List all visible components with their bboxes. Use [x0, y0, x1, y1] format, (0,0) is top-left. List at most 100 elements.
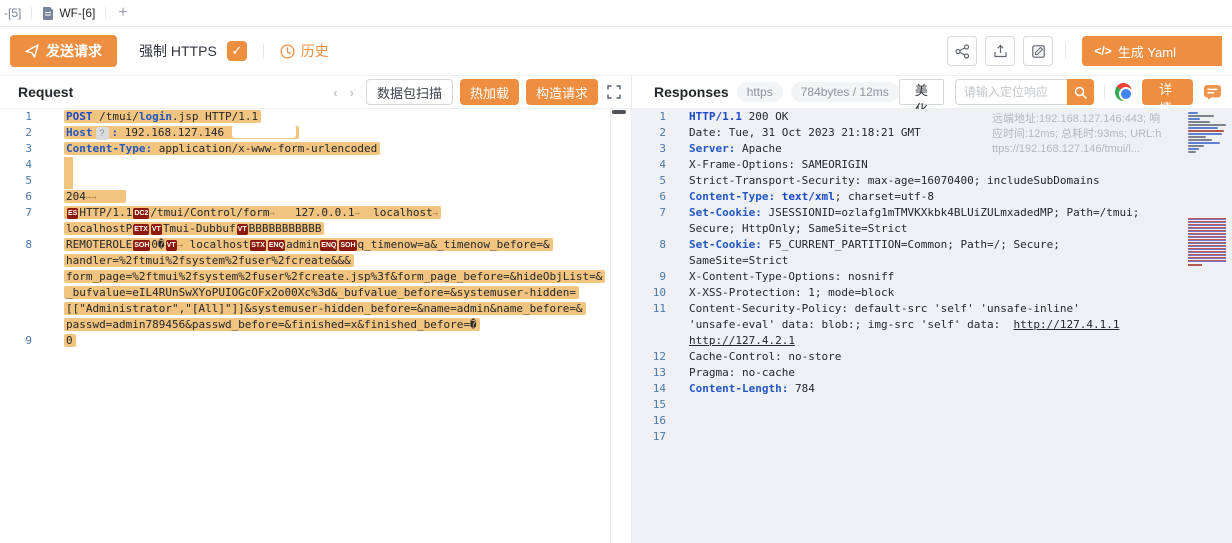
- export-button[interactable]: [985, 36, 1015, 66]
- control-char-badge: VT: [166, 240, 177, 251]
- code-line[interactable]: 1POST /tmui/login.jsp HTTP/1.1: [0, 109, 631, 125]
- edit-button[interactable]: [1023, 36, 1053, 66]
- header-divider: [1104, 84, 1105, 100]
- control-char-badge: SOH: [339, 240, 356, 251]
- code-line[interactable]: [["Administrator","[All]"]]&systemuser-h…: [0, 301, 631, 317]
- code-line[interactable]: 8Set-Cookie: F5_CURRENT_PARTITION=Common…: [632, 237, 1232, 253]
- clock-icon: [280, 44, 295, 59]
- code-line[interactable]: 10X-XSS-Protection: 1; mode=block: [632, 285, 1232, 301]
- selection-highlight: POST /tmui/login.jsp HTTP/1.1: [66, 110, 258, 123]
- selection-highlight: REMOTEROLESOH0�VT→ localhostSTXENQadminE…: [66, 238, 550, 251]
- line-number: 3: [0, 141, 40, 157]
- line-number: [0, 221, 40, 237]
- code-line[interactable]: localhostPETXVTTmui-DubbufVTBBBBBBBBBBB: [0, 221, 631, 237]
- search-box: [955, 79, 1094, 105]
- next-request-button[interactable]: ›: [344, 85, 360, 100]
- send-request-button[interactable]: 发送请求: [10, 35, 117, 67]
- toolbar-right-group: </> 生成 Yaml: [939, 36, 1222, 66]
- code-line[interactable]: 1HTTP/1.1 200 OK: [632, 109, 1232, 125]
- token: localhost: [360, 206, 433, 219]
- line-number: [0, 317, 40, 333]
- code-line[interactable]: 6204→→: [0, 189, 631, 205]
- line-number: 14: [632, 381, 676, 397]
- code-line[interactable]: 5Strict-Transport-Security: max-age=1607…: [632, 173, 1232, 189]
- chat-icon: [1203, 84, 1222, 101]
- code-line[interactable]: 'unsafe-eval' data: blob:; img-src 'self…: [632, 317, 1232, 333]
- search-input[interactable]: [955, 79, 1067, 105]
- token: Server:: [689, 142, 735, 155]
- feedback-button[interactable]: [1203, 84, 1222, 101]
- line-number: 6: [0, 189, 40, 205]
- token: application/x-www-form-urlencoded: [152, 142, 377, 155]
- code-line[interactable]: SameSite=Strict: [632, 253, 1232, 269]
- code-line[interactable]: 14Content-Length: 784: [632, 381, 1232, 397]
- packet-scan-button[interactable]: 数据包扫描: [366, 79, 453, 105]
- line-number: 2: [632, 125, 676, 141]
- tab-bar: -[5] WF-[6] +: [0, 0, 1232, 27]
- token: localhost: [183, 238, 249, 251]
- control-char-badge: SOH: [133, 240, 150, 251]
- code-line[interactable]: 90: [0, 333, 631, 349]
- line-number: 4: [0, 157, 40, 173]
- code-line[interactable]: 13Pragma: no-cache: [632, 365, 1232, 381]
- code-line[interactable]: 17: [632, 429, 1232, 445]
- code-line[interactable]: passwd=admin789456&passwd_before=&finish…: [0, 317, 631, 333]
- code-line[interactable]: 15: [632, 397, 1232, 413]
- tab-prev-fuzzer[interactable]: -[5]: [2, 0, 31, 26]
- expand-icon: [607, 85, 621, 99]
- generate-yaml-button[interactable]: </> 生成 Yaml: [1082, 36, 1222, 66]
- token: F5_CURRENT_PARTITION=Common; Path=/; Sec…: [762, 238, 1060, 251]
- code-line[interactable]: 6Content-Type: text/xml; charset=utf-8: [632, 189, 1232, 205]
- code-line[interactable]: 2Host?: 192.168.127.146: [0, 125, 631, 141]
- code-line[interactable]: 11Content-Security-Policy: default-src '…: [632, 301, 1232, 317]
- selection-highlight: 0: [66, 334, 73, 347]
- code-line[interactable]: 8REMOTEROLESOH0�VT→ localhostSTXENQadmin…: [0, 237, 631, 253]
- generate-yaml-label: 生成 Yaml: [1118, 42, 1176, 61]
- line-number: 7: [0, 205, 40, 221]
- token: 0: [66, 334, 73, 347]
- token: Host: [66, 126, 93, 139]
- selection-strip: [64, 173, 73, 189]
- construct-request-button[interactable]: 构造请求: [526, 79, 598, 105]
- history-button[interactable]: 历史: [280, 41, 329, 61]
- hot-reload-button[interactable]: 热加载: [460, 79, 519, 105]
- control-char-badge: ENQ: [268, 240, 285, 251]
- size-time-badge: 784bytes / 12ms: [791, 82, 899, 102]
- line-number: 12: [632, 349, 676, 365]
- code-line[interactable]: 12Cache-Control: no-store: [632, 349, 1232, 365]
- code-line[interactable]: _bufvalue=eIL4RUnSwXYoPUIOGcOFx2o00Xc%3d…: [0, 285, 631, 301]
- code-line[interactable]: 16: [632, 413, 1232, 429]
- request-header: Request ‹ › 数据包扫描 热加载 构造请求: [0, 76, 631, 109]
- add-tab-button[interactable]: +: [106, 4, 139, 22]
- tab-webfuzzer[interactable]: WF-[6]: [32, 0, 105, 26]
- response-editor[interactable]: 远端地址:192.168.127.146:443; 响 应时间:12ms; 总耗…: [632, 109, 1232, 543]
- code-line[interactable]: 4: [0, 157, 631, 173]
- code-line[interactable]: 5: [0, 173, 631, 189]
- code-line[interactable]: 2Date: Tue, 31 Oct 2023 21:18:21 GMT: [632, 125, 1232, 141]
- code-line[interactable]: 3Content-Type: application/x-www-form-ur…: [0, 141, 631, 157]
- code-line[interactable]: 3Server: Apache: [632, 141, 1232, 157]
- selection-highlight: Host?: 192.168.127.146: [66, 126, 296, 139]
- code-line[interactable]: 9X-Content-Type-Options: nosniff: [632, 269, 1232, 285]
- token: _bufvalue=eIL4RUnSwXYoPUIOGcOFx2o00Xc%3d…: [66, 286, 576, 299]
- selection-highlight: handler=%2ftmui%2fsystem%2fuser%2fcreate…: [66, 254, 351, 267]
- code-line[interactable]: http://127.4.2.1: [632, 333, 1232, 349]
- code-line[interactable]: Secure; HttpOnly; SameSite=Strict: [632, 221, 1232, 237]
- force-https-checkbox[interactable]: ✓: [227, 41, 247, 61]
- line-number: 4: [632, 157, 676, 173]
- beautify-button[interactable]: 美化: [899, 79, 944, 105]
- detail-button[interactable]: 详情: [1142, 79, 1193, 105]
- fullscreen-button[interactable]: [607, 85, 621, 99]
- request-editor[interactable]: 1POST /tmui/login.jsp HTTP/1.12Host?: 19…: [0, 109, 631, 543]
- token: Secure; HttpOnly; SameSite=Strict: [689, 222, 908, 235]
- code-line[interactable]: 7ESHTTP/1.1DC2/tmui/Control/form→ 127.0.…: [0, 205, 631, 221]
- share-button[interactable]: [947, 36, 977, 66]
- open-in-browser-button[interactable]: [1115, 83, 1132, 101]
- prev-request-button[interactable]: ‹: [327, 85, 343, 100]
- code-line[interactable]: 4X-Frame-Options: SAMEORIGIN: [632, 157, 1232, 173]
- code-line[interactable]: form_page=%2ftmui%2fsystem%2fuser%2fcrea…: [0, 269, 631, 285]
- code-line[interactable]: 7Set-Cookie: JSESSIONID=ozlafg1mTMVKXkbk…: [632, 205, 1232, 221]
- search-button[interactable]: [1067, 79, 1094, 105]
- inline-widget: [232, 125, 296, 138]
- code-line[interactable]: handler=%2ftmui%2fsystem%2fuser%2fcreate…: [0, 253, 631, 269]
